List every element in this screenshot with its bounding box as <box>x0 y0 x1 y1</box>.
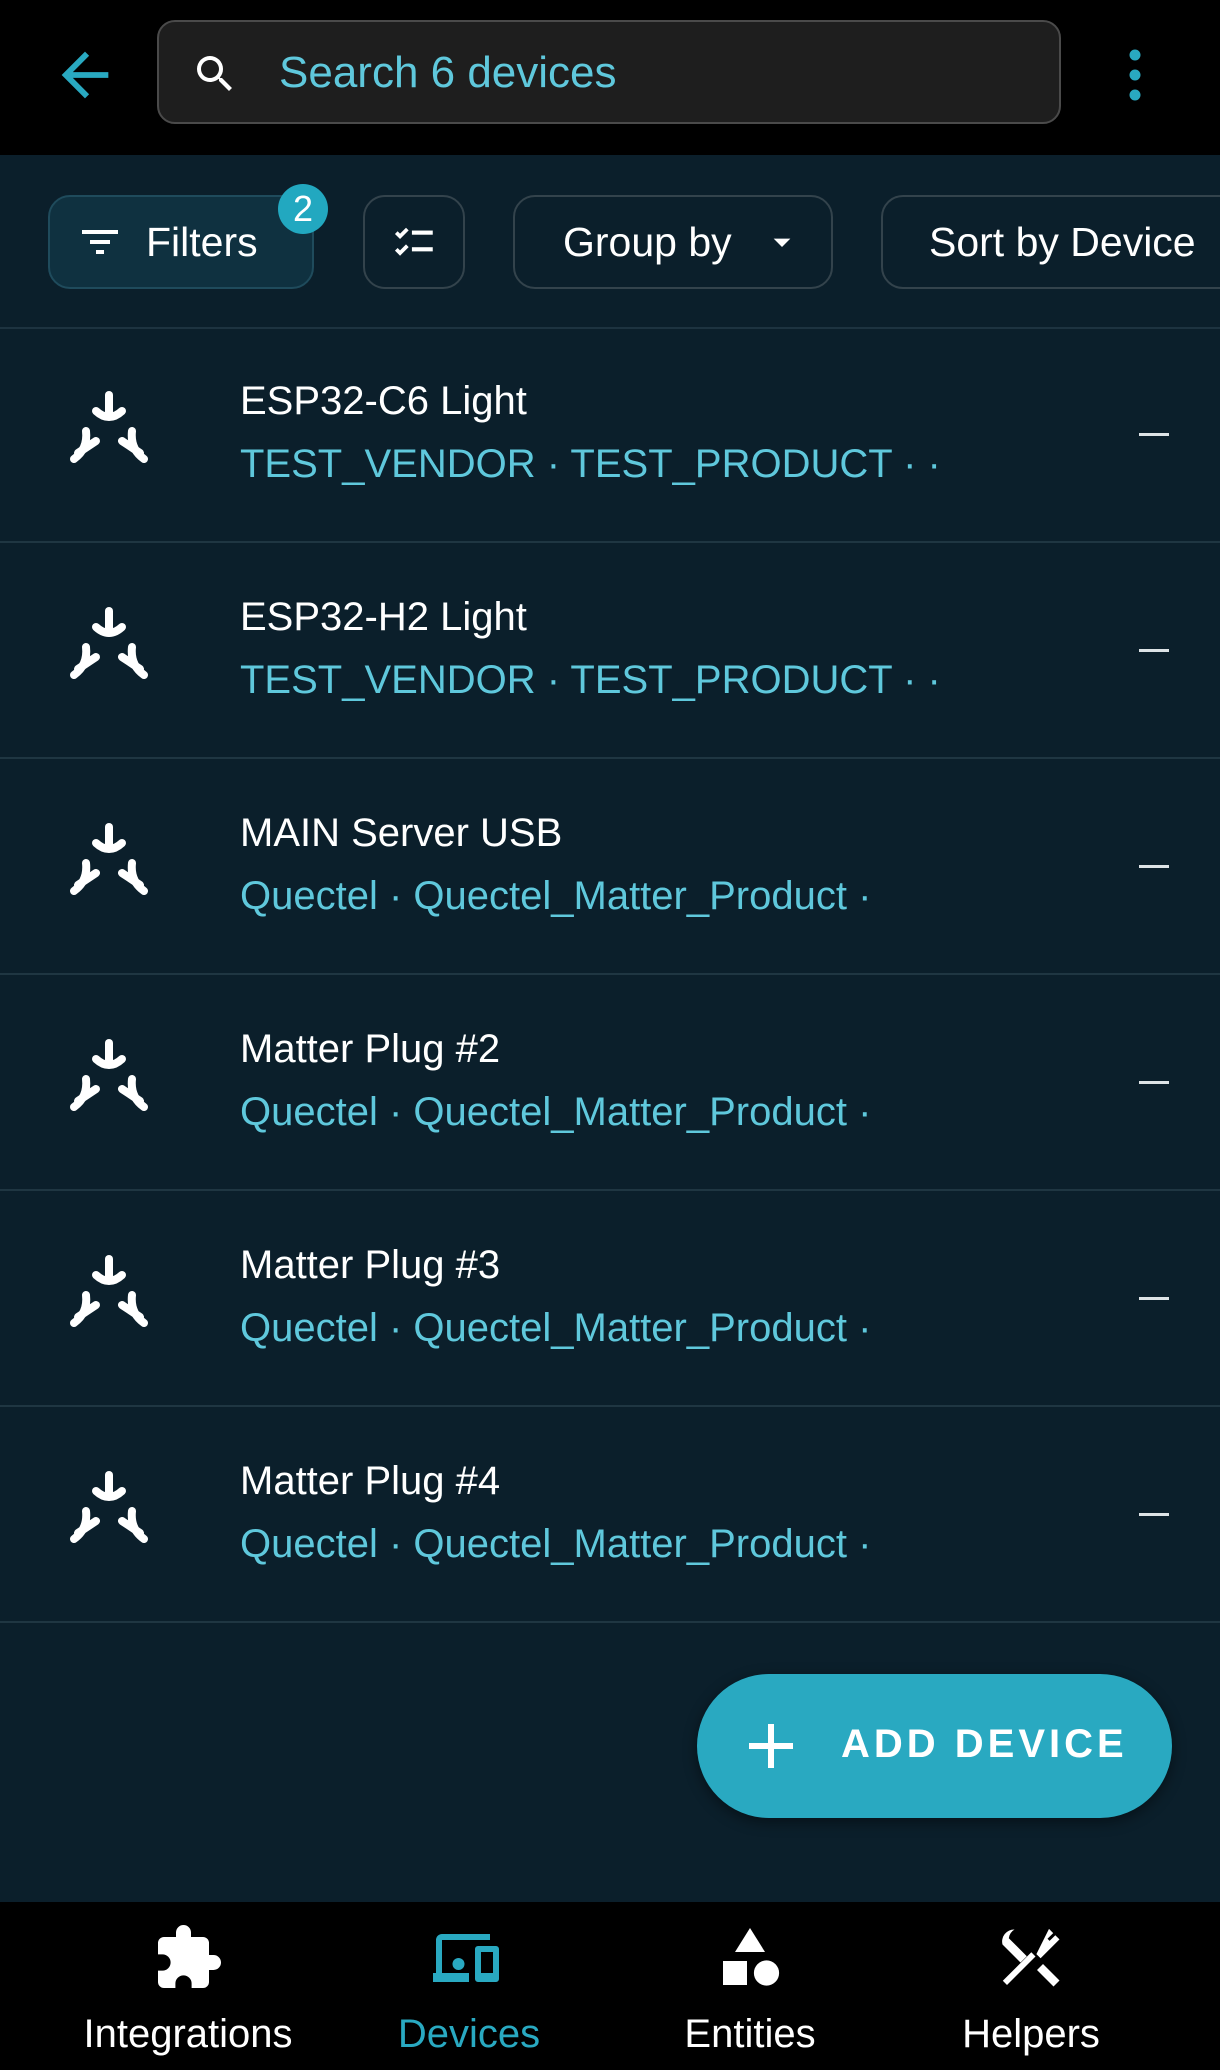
checklist-icon <box>394 227 433 256</box>
filters-label: Filters <box>146 218 258 265</box>
add-device-button[interactable]: ADD DEVICE <box>697 1674 1172 1818</box>
matter-icon <box>66 1253 152 1339</box>
puzzle-icon <box>158 1925 221 1988</box>
search-input[interactable] <box>277 22 1041 124</box>
nav-label: Helpers <box>962 2012 1100 2056</box>
nav-helpers[interactable]: Helpers <box>901 1902 1161 2070</box>
device-name: Matter Plug #4 <box>240 1459 501 1503</box>
device-area-empty <box>1139 865 1169 868</box>
matter-icon <box>66 1469 152 1555</box>
filter-toolbar: Filters Group by Sort by Device <box>0 155 1220 329</box>
overflow-menu-button[interactable] <box>1115 40 1155 110</box>
device-area-empty <box>1139 1297 1169 1300</box>
shapes-icon <box>723 1928 780 1986</box>
sort-by-button[interactable]: Sort by Device <box>881 195 1220 289</box>
matter-icon <box>66 821 152 907</box>
device-area-empty <box>1139 1081 1169 1084</box>
device-row[interactable]: Matter Plug #2 Quectel · Quectel_Matter_… <box>0 975 1220 1191</box>
matter-icon <box>66 389 152 475</box>
group-by-button[interactable]: Group by <box>513 195 833 289</box>
device-name: MAIN Server USB <box>240 811 563 855</box>
device-name: ESP32-C6 Light <box>240 379 527 423</box>
device-name: ESP32-H2 Light <box>240 595 527 639</box>
device-row[interactable]: Matter Plug #4 Quectel · Quectel_Matter_… <box>0 1407 1220 1623</box>
top-app-bar <box>0 0 1220 155</box>
device-area-empty <box>1139 649 1169 652</box>
add-device-label: ADD DEVICE <box>841 1722 1128 1766</box>
arrow-left-icon <box>61 51 109 99</box>
matter-icon <box>66 605 152 691</box>
plus-icon <box>749 1724 793 1768</box>
caret-down-icon <box>773 238 790 247</box>
device-row[interactable]: MAIN Server USB Quectel · Quectel_Matter… <box>0 759 1220 975</box>
group-by-label: Group by <box>563 218 732 265</box>
filter-icon <box>82 230 118 254</box>
tools-icon <box>1002 1928 1060 1987</box>
nav-label: Entities <box>684 2012 816 2056</box>
devices-icon <box>433 1934 499 1982</box>
device-name: Matter Plug #2 <box>240 1027 501 1071</box>
selection-mode-button[interactable] <box>363 195 465 289</box>
filters-button[interactable]: Filters <box>48 195 314 289</box>
device-area-empty <box>1139 1513 1169 1516</box>
nav-entities[interactable]: Entities <box>620 1902 880 2070</box>
more-vertical-icon <box>1129 49 1141 101</box>
device-row[interactable]: Matter Plug #3 Quectel · Quectel_Matter_… <box>0 1191 1220 1407</box>
device-row[interactable]: ESP32-H2 Light TEST_VENDOR · TEST_PRODUC… <box>0 543 1220 759</box>
nav-integrations[interactable]: Integrations <box>58 1902 318 2070</box>
nav-label: Devices <box>397 2012 541 2056</box>
filters-count-badge: 2 <box>278 184 328 234</box>
device-name: Matter Plug #3 <box>240 1243 501 1287</box>
nav-devices[interactable]: Devices <box>339 1902 599 2070</box>
device-meta: TEST_VENDOR · TEST_PRODUCT · · <box>240 658 941 702</box>
device-row[interactable]: ESP32-C6 Light TEST_VENDOR · TEST_PRODUC… <box>0 327 1220 543</box>
bottom-navigation: Integrations Devices Entities Helpers <box>0 1902 1220 2070</box>
sort-by-label: Sort by Device <box>929 218 1196 265</box>
device-list: ESP32-C6 Light TEST_VENDOR · TEST_PRODUC… <box>0 327 1220 1623</box>
search-icon <box>197 56 232 91</box>
device-meta: Quectel · Quectel_Matter_Product · <box>240 1090 872 1134</box>
search-box[interactable] <box>157 20 1061 124</box>
matter-icon <box>66 1037 152 1123</box>
back-button[interactable] <box>50 40 120 110</box>
device-meta: TEST_VENDOR · TEST_PRODUCT · · <box>240 442 941 486</box>
device-meta: Quectel · Quectel_Matter_Product · <box>240 1306 872 1350</box>
device-meta: Quectel · Quectel_Matter_Product · <box>240 874 872 918</box>
nav-label: Integrations <box>83 2012 293 2056</box>
device-area-empty <box>1139 433 1169 436</box>
device-meta: Quectel · Quectel_Matter_Product · <box>240 1522 872 1566</box>
